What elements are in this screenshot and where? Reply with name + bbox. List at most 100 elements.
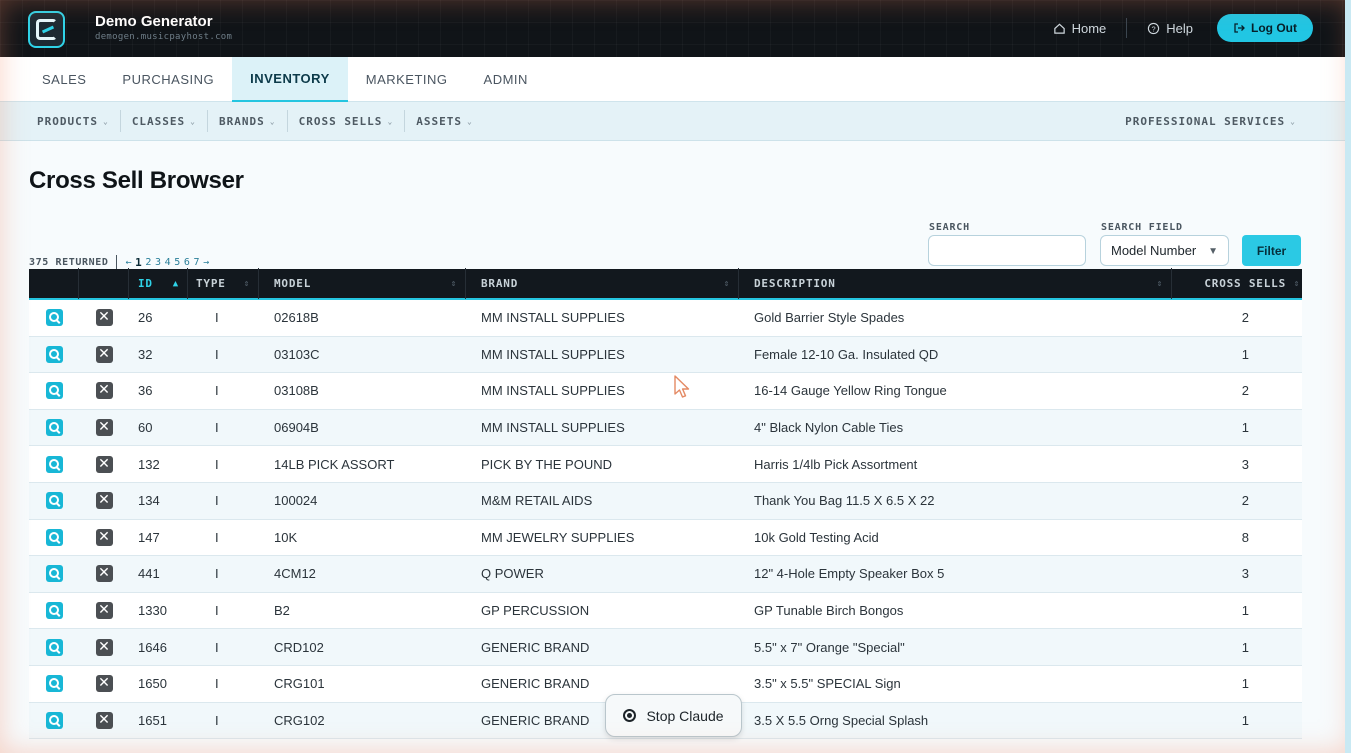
cell-brand: GP PERCUSSION — [481, 603, 590, 619]
header-brand[interactable]: BRAND ⇕ — [466, 268, 739, 299]
help-link[interactable]: ? Help — [1127, 21, 1213, 36]
cell-description: 3.5" x 5.5" SPECIAL Sign — [754, 676, 901, 692]
view-cell — [29, 373, 79, 409]
header-cross-sells[interactable]: CROSS SELLS ⇕ — [1172, 268, 1302, 299]
delete-icon[interactable]: ✕ — [95, 602, 113, 620]
subnav-professional-services-label: PROFESSIONAL SERVICES — [1125, 114, 1286, 128]
logout-button[interactable]: Log Out — [1217, 14, 1313, 42]
tab-marketing[interactable]: MARKETING — [348, 57, 466, 102]
delete-icon[interactable]: ✕ — [95, 675, 113, 693]
view-icon[interactable] — [45, 309, 63, 327]
cell-type: I — [215, 310, 219, 326]
header-type[interactable]: TYPE ⇕ — [188, 268, 259, 299]
cell-brand: PICK BY THE POUND — [481, 456, 612, 472]
sort-icon: ⇕ — [450, 278, 457, 289]
delete-icon[interactable]: ✕ — [95, 565, 113, 583]
cell-model: 03103C — [274, 346, 320, 362]
delete-icon[interactable]: ✕ — [95, 528, 113, 546]
page-link-3[interactable]: 3 — [155, 257, 162, 268]
stop-claude-button[interactable]: Stop Claude — [605, 694, 742, 737]
cell-model: 06904B — [274, 420, 319, 436]
cell-brand: MM INSTALL SUPPLIES — [481, 310, 625, 326]
tab-inventory[interactable]: INVENTORY — [232, 57, 348, 102]
cell-model: CRD102 — [274, 639, 324, 655]
search-input[interactable] — [928, 235, 1086, 266]
cell-model: 14LB PICK ASSORT — [274, 456, 395, 472]
view-icon[interactable] — [45, 419, 63, 437]
cell-model: CRG101 — [274, 676, 325, 692]
app-window: Demo Generator demogen.musicpayhost.com … — [0, 0, 1351, 753]
header-id[interactable]: ID ▲ — [129, 268, 188, 299]
view-icon[interactable] — [45, 528, 63, 546]
page-link-5[interactable]: 5 — [174, 257, 181, 268]
subnav-assets[interactable]: ASSETS ⌄ — [405, 110, 484, 132]
app-title: Demo Generator — [95, 13, 213, 30]
view-icon[interactable] — [45, 602, 63, 620]
delete-icon[interactable]: ✕ — [95, 419, 113, 437]
table-row: ✕ 26 I 02618B MM INSTALL SUPPLIES Gold Barrie… — [29, 300, 1302, 337]
search-field-select[interactable]: Model Number ▼ — [1100, 235, 1229, 266]
home-link[interactable]: Home — [1033, 21, 1127, 36]
delete-icon[interactable]: ✕ — [95, 492, 113, 510]
stop-record-icon — [623, 709, 637, 722]
logout-icon — [1234, 23, 1245, 33]
table-row: ✕ 441 I 4CM12 Q POWER 12" 4-Hole Empty Speake… — [29, 556, 1302, 593]
tab-sales[interactable]: SALES — [24, 57, 104, 102]
delete-icon[interactable]: ✕ — [95, 345, 113, 363]
page-link-6[interactable]: 6 — [184, 257, 191, 268]
cell-cross-sells: 8 — [1241, 529, 1249, 545]
view-icon[interactable] — [45, 455, 63, 473]
filter-button[interactable]: Filter — [1242, 235, 1301, 266]
page-link-4[interactable]: 4 — [165, 257, 172, 268]
tab-admin[interactable]: ADMIN — [466, 57, 546, 102]
cell-description: Thank You Bag 11.5 X 6.5 X 22 — [754, 493, 935, 509]
cell-description: 10k Gold Testing Acid — [754, 529, 879, 545]
view-cell — [29, 410, 79, 446]
page-link-7[interactable]: 7 — [193, 257, 200, 268]
delete-icon[interactable]: ✕ — [95, 455, 113, 473]
delete-icon[interactable]: ✕ — [95, 309, 113, 327]
subnav-cross-sells[interactable]: CROSS SELLS ⌄ — [288, 110, 405, 132]
view-icon[interactable] — [45, 492, 63, 510]
sort-asc-icon: ▲ — [172, 278, 179, 289]
table-row: ✕ 1330 I B2 GP PERCUSSION GP Tunable Birch Bo… — [29, 592, 1302, 630]
delete-cell: ✕ — [79, 300, 129, 336]
cell-type: I — [215, 456, 219, 472]
delete-icon[interactable]: ✕ — [95, 711, 113, 729]
cell-type: I — [215, 639, 219, 655]
delete-cell: ✕ — [79, 373, 129, 409]
view-icon[interactable] — [45, 565, 63, 583]
view-icon[interactable] — [45, 638, 63, 656]
subnav-professional-services[interactable]: PROFESSIONAL SERVICES ⌄ — [1114, 110, 1307, 132]
cell-description: 3.5 X 5.5 Orng Special Splash — [754, 712, 929, 728]
page-title: Cross Sell Browser — [29, 167, 244, 194]
cell-description: 12" 4-Hole Empty Speaker Box 5 — [754, 566, 945, 582]
tab-purchasing[interactable]: PURCHASING — [104, 57, 232, 102]
view-icon[interactable] — [45, 382, 63, 400]
view-icon[interactable] — [45, 675, 63, 693]
subnav-brands[interactable]: BRANDS ⌄ — [208, 110, 287, 132]
subnav-products[interactable]: PRODUCTS ⌄ — [26, 110, 120, 132]
delete-icon[interactable]: ✕ — [95, 382, 113, 400]
view-icon[interactable] — [45, 711, 63, 729]
page-link-1[interactable]: 1 — [135, 256, 142, 269]
help-icon: ? — [1148, 22, 1160, 34]
sort-icon: ⇕ — [243, 278, 250, 289]
view-cell — [29, 483, 79, 519]
page-link-2[interactable]: 2 — [145, 257, 152, 268]
cell-id: 1650 — [138, 676, 167, 692]
header-model[interactable]: MODEL ⇕ — [259, 268, 466, 299]
delete-cell: ✕ — [79, 629, 129, 665]
pagination: ← 1 2 3 4 5 6 7 → — [125, 256, 209, 269]
view-icon[interactable] — [45, 345, 63, 363]
table-header: ID ▲ TYPE ⇕ MODEL ⇕ BRAND ⇕ DESCRIPTION ⇕ CRO… — [29, 268, 1302, 300]
subnav-classes[interactable]: CLASSES ⌄ — [121, 110, 207, 132]
header-description[interactable]: DESCRIPTION ⇕ — [739, 268, 1172, 299]
cell-brand: GENERIC BRAND — [481, 639, 590, 655]
prev-page-icon[interactable]: ← — [125, 257, 132, 268]
cell-description: 16-14 Gauge Yellow Ring Tongue — [754, 383, 947, 399]
app-logo-icon[interactable] — [28, 11, 65, 48]
subnav-brands-label: BRANDS — [219, 114, 265, 128]
delete-icon[interactable]: ✕ — [95, 638, 113, 656]
next-page-icon[interactable]: → — [203, 257, 210, 268]
